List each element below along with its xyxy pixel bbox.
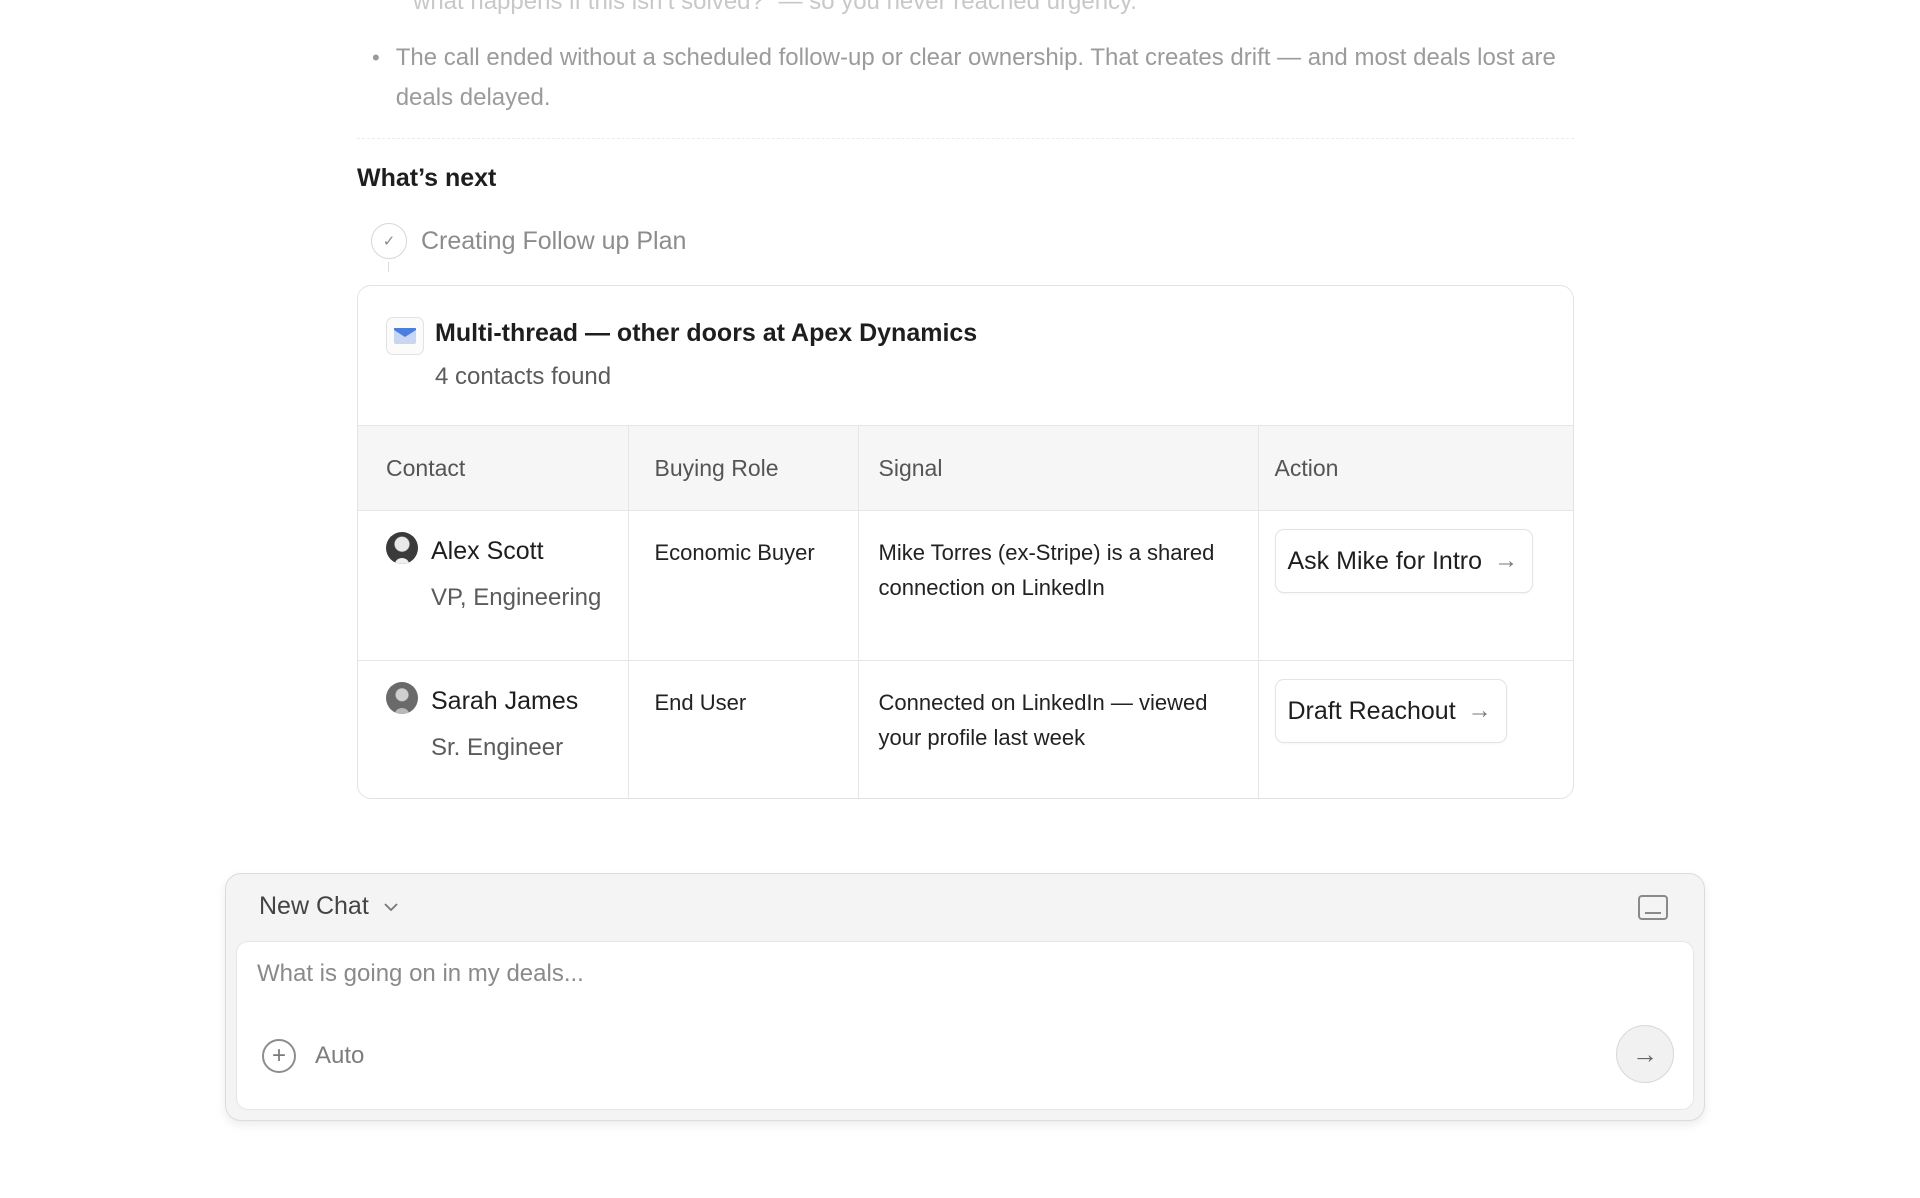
- chat-composer: New Chat + Auto →: [225, 873, 1705, 1121]
- mail-icon: [386, 317, 424, 355]
- check-icon: ✓: [371, 223, 407, 259]
- contact-name: Sarah James: [431, 687, 579, 715]
- action-label: Draft Reachout: [1287, 696, 1456, 725]
- bullet-dot-icon: •: [372, 45, 380, 70]
- buying-role-cell: End User: [628, 660, 859, 798]
- step-creating-follow-up: ✓ Creating Follow up Plan: [371, 223, 686, 259]
- ask-mike-for-intro-button[interactable]: Ask Mike for Intro →: [1274, 529, 1533, 593]
- contacts-count: 4 contacts found: [435, 363, 612, 390]
- composer-input-area: + Auto →: [236, 941, 1694, 1110]
- column-header-action: Action: [1258, 425, 1573, 511]
- contacts-table: Contact Buying Role Signal Action Alex S…: [358, 425, 1573, 798]
- whats-next-heading: What’s next: [357, 164, 497, 192]
- action-cell: Draft Reachout →: [1258, 660, 1573, 798]
- contact-cell: Sarah James Sr. Engineer: [358, 660, 629, 798]
- contact-name: Alex Scott: [431, 537, 544, 565]
- avatar: [386, 682, 418, 714]
- multithread-card: Multi-thread — other doors at Apex Dynam…: [357, 285, 1574, 799]
- contact-title: VP, Engineering: [431, 584, 602, 611]
- faded-summary-line: “what happens if this isn’t solved?” — s…: [405, 0, 1137, 15]
- mode-selector[interactable]: Auto: [315, 1042, 364, 1070]
- card-header: Multi-thread — other doors at Apex Dynam…: [358, 286, 1573, 425]
- column-header-contact: Contact: [358, 425, 629, 511]
- table-row: Sarah James Sr. Engineer End User Connec…: [358, 660, 1573, 798]
- card-title: Multi-thread — other doors at Apex Dynam…: [435, 319, 978, 347]
- step-label: Creating Follow up Plan: [421, 226, 687, 255]
- section-divider: [357, 138, 1574, 139]
- table-header-row: Contact Buying Role Signal Action: [358, 425, 1573, 511]
- buying-role-cell: Economic Buyer: [628, 510, 859, 661]
- bullet-text: The call ended without a scheduled follo…: [395, 44, 1556, 111]
- send-button[interactable]: →: [1616, 1025, 1674, 1083]
- draft-reachout-button[interactable]: Draft Reachout →: [1274, 679, 1507, 743]
- chat-input[interactable]: [257, 960, 1557, 988]
- send-arrow-icon: →: [1632, 1038, 1658, 1069]
- action-cell: Ask Mike for Intro →: [1258, 510, 1573, 661]
- chat-selector[interactable]: New Chat: [259, 892, 399, 921]
- chat-name: New Chat: [259, 892, 369, 920]
- avatar: [386, 532, 418, 564]
- column-header-buying-role: Buying Role: [628, 425, 859, 511]
- arrow-right-icon: →: [1494, 547, 1518, 574]
- contact-cell: Alex Scott VP, Engineering: [358, 510, 629, 661]
- signal-cell: Mike Torres (ex-Stripe) is a shared conn…: [858, 510, 1259, 661]
- step-connector: [388, 262, 389, 272]
- chat-page: “what happens if this isn’t solved?” — s…: [0, 0, 1920, 1198]
- signal-cell: Connected on LinkedIn — viewed your prof…: [858, 660, 1259, 798]
- action-label: Ask Mike for Intro: [1287, 546, 1483, 575]
- panel-toggle-icon[interactable]: [1638, 895, 1668, 920]
- summary-bullet: • The call ended without a scheduled fol…: [372, 38, 1572, 118]
- plus-icon[interactable]: +: [262, 1039, 296, 1073]
- table-row: Alex Scott VP, Engineering Economic Buye…: [358, 510, 1573, 661]
- contact-title: Sr. Engineer: [431, 734, 564, 761]
- chevron-down-icon: [383, 899, 399, 917]
- column-header-signal: Signal: [858, 425, 1259, 511]
- arrow-right-icon: →: [1467, 697, 1492, 724]
